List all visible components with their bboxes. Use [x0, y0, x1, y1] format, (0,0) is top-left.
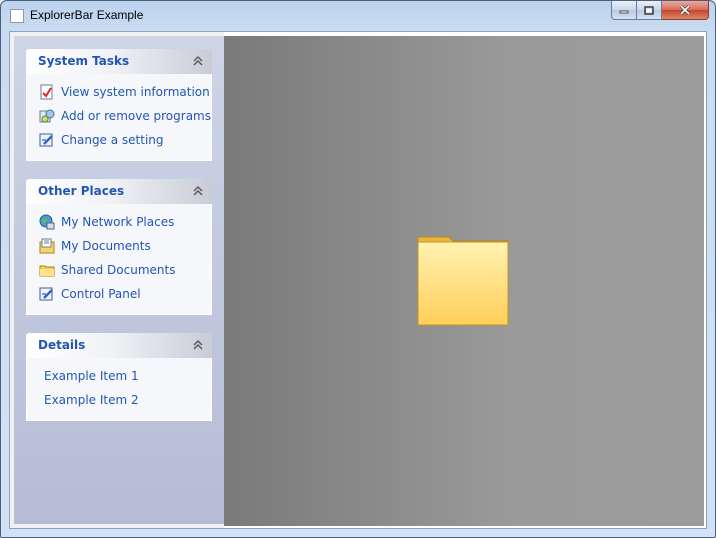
title-bar[interactable]: ExplorerBar Example: [1, 1, 715, 31]
task-change-a-setting[interactable]: Change a setting: [27, 128, 211, 152]
group-system-tasks: System Tasks View system information Add…: [26, 49, 212, 161]
my-documents-icon: [39, 238, 55, 254]
detail-item-1[interactable]: Example Item 1: [27, 364, 211, 388]
minimize-button[interactable]: [611, 1, 637, 20]
maximize-icon: [644, 5, 654, 15]
explorer-bar: System Tasks View system information Add…: [10, 32, 224, 528]
system-info-icon: [40, 84, 53, 100]
folder-icon: [39, 265, 55, 277]
task-control-panel[interactable]: Control Panel: [27, 282, 211, 306]
window-title: ExplorerBar Example: [30, 8, 144, 22]
task-label: Shared Documents: [61, 263, 176, 277]
group-title: System Tasks: [38, 54, 130, 68]
group-details: Details Example Item 1 Example Item 2: [26, 333, 212, 421]
network-places-icon: [39, 214, 55, 230]
task-shared-documents[interactable]: Shared Documents: [27, 258, 211, 282]
task-label: Control Panel: [61, 287, 141, 301]
control-panel-icon: [39, 133, 53, 147]
task-label: Add or remove programs: [61, 109, 211, 123]
caption-buttons: [611, 1, 709, 21]
add-remove-programs-icon: [39, 109, 55, 123]
window-app-icon: [10, 9, 24, 23]
collapse-chevron-icon[interactable]: [193, 339, 203, 351]
client-area: System Tasks View system information Add…: [9, 31, 707, 529]
task-my-documents[interactable]: My Documents: [27, 234, 211, 258]
close-icon: [679, 5, 691, 15]
large-folder-icon: [417, 236, 509, 326]
minimize-icon: [619, 10, 629, 14]
group-body: My Network Places My Documents Shared Do…: [26, 204, 212, 315]
group-title: Details: [38, 338, 86, 352]
task-add-remove-programs[interactable]: Add or remove programs: [27, 104, 211, 128]
collapse-chevron-icon[interactable]: [193, 185, 203, 197]
group-header-details[interactable]: Details: [26, 333, 212, 358]
content-viewport: [224, 36, 704, 526]
task-label: View system information: [61, 85, 210, 99]
close-button[interactable]: [662, 1, 709, 20]
application-window: ExplorerBar Example System Tasks View sy…: [0, 0, 716, 538]
maximize-button[interactable]: [637, 1, 662, 20]
task-my-network-places[interactable]: My Network Places: [27, 210, 211, 234]
group-header-system-tasks[interactable]: System Tasks: [26, 49, 212, 74]
group-body: View system information Add or remove pr…: [26, 74, 212, 161]
task-view-system-information[interactable]: View system information: [27, 80, 211, 104]
collapse-chevron-icon[interactable]: [193, 55, 203, 67]
group-other-places: Other Places My Network Places My Docume…: [26, 179, 212, 315]
control-panel-icon: [39, 287, 53, 301]
task-label: Change a setting: [61, 133, 164, 147]
detail-label: Example Item 2: [44, 393, 139, 407]
task-label: My Network Places: [61, 215, 175, 229]
group-title: Other Places: [38, 184, 125, 198]
group-header-other-places[interactable]: Other Places: [26, 179, 212, 204]
detail-label: Example Item 1: [44, 369, 139, 383]
task-label: My Documents: [61, 239, 151, 253]
group-body: Example Item 1 Example Item 2: [26, 358, 212, 421]
detail-item-2[interactable]: Example Item 2: [27, 388, 211, 412]
